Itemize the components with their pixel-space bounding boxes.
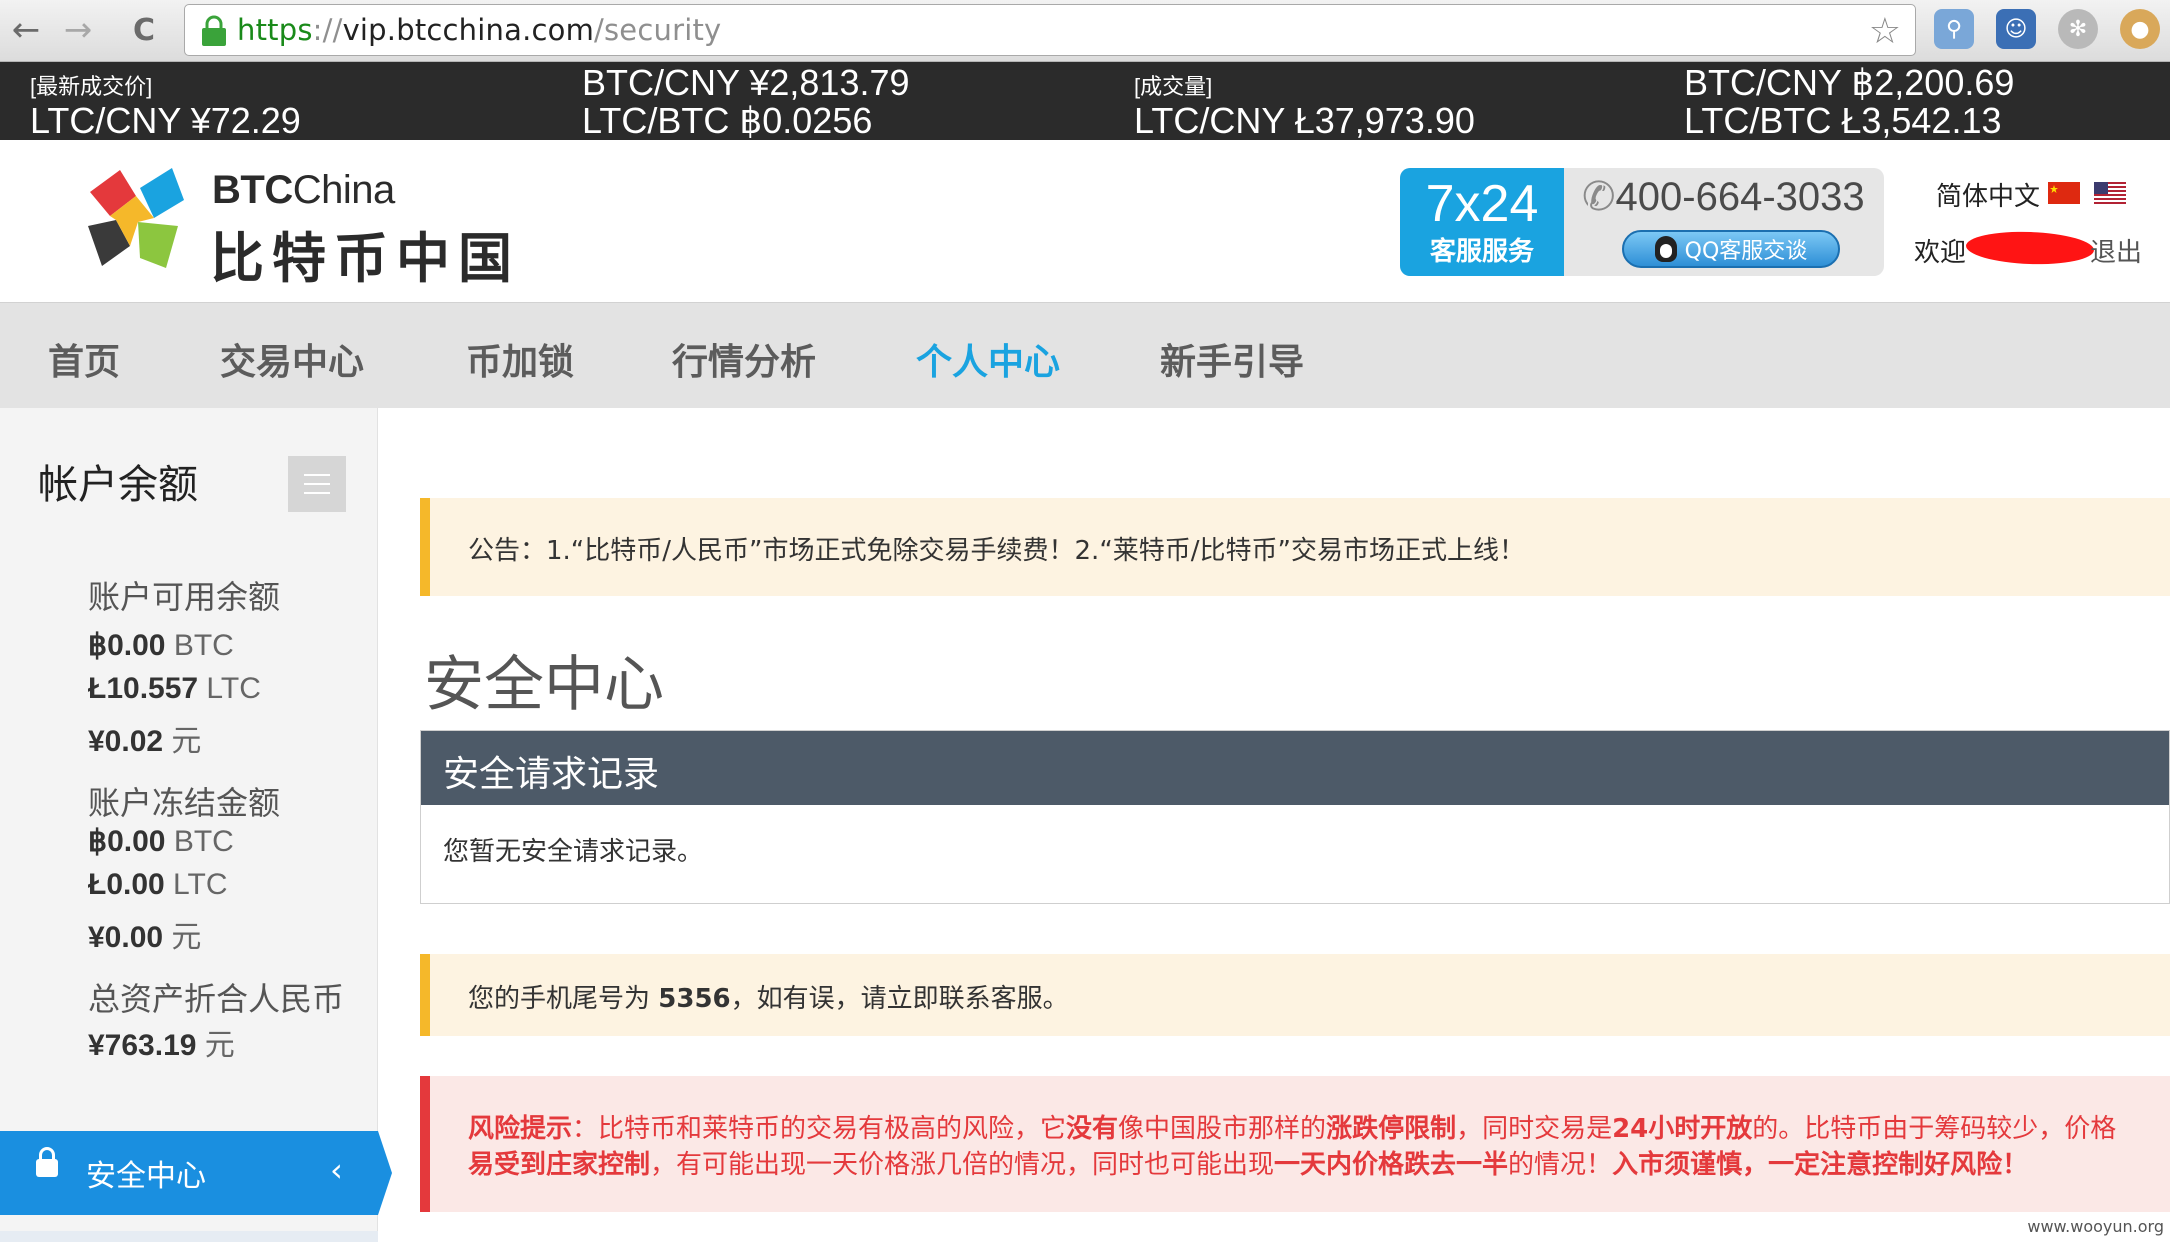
redacted-username (1965, 229, 2095, 267)
site-header: BTCChina 比特币中国 7x24 客服服务 ✆400-664-3033 Q… (0, 140, 2170, 302)
welcome-text: 欢迎 (1914, 238, 1967, 268)
lock-icon (36, 1147, 58, 1177)
bookmark-star-icon[interactable]: ☆ (1869, 11, 1901, 52)
ticker-label: [最新成交价] (30, 74, 153, 99)
nav-item-trade-center[interactable]: 交易中心 (220, 333, 364, 385)
https-lock-icon (202, 15, 226, 46)
ticker-latest-price: [最新成交价] LTC/CNY ¥72.29 (30, 64, 301, 140)
available-cny: ¥0.02 元 (88, 725, 202, 758)
qq-penguin-icon (1654, 236, 1677, 262)
available-btc: ฿0.00 BTC (88, 629, 234, 662)
nav-item-home[interactable]: 首页 (48, 333, 120, 385)
url-text: https://vip.btcchina.com/security (237, 13, 722, 47)
ticker-value: LTC/CNY Ł37,973.90 (1134, 100, 1475, 141)
available-balance-label: 账户可用余额 (88, 578, 281, 616)
announcement-banner: 公告：1.“比特币/人民币”市场正式免除交易手续费！2.“莱特币/比特币”交易市… (420, 498, 2170, 596)
ticker-label: [成交量] (1134, 74, 1213, 99)
ticker-value: BTC/CNY ¥2,813.79 (582, 62, 910, 103)
menu-toggle-icon[interactable] (288, 456, 346, 512)
frozen-cny: ¥0.00 元 (88, 921, 202, 954)
empty-state-text: 您暂无安全请求记录。 (443, 837, 704, 867)
extension-cookie-icon[interactable]: ● (2120, 9, 2160, 49)
btcchina-logo-icon[interactable] (80, 162, 192, 278)
main-navigation: 首页 交易中心 币加锁 行情分析 个人中心 新手引导 (0, 302, 2170, 408)
forward-arrow-icon[interactable]: → (56, 10, 100, 50)
nav-item-market-analysis[interactable]: 行情分析 (672, 333, 816, 385)
ticker-value: LTC/BTC Ł3,542.13 (1684, 100, 2002, 141)
sidebar-item-security-center[interactable]: 安全中心 ‹ (0, 1131, 392, 1215)
frozen-balance-label: 账户冻结金额 (88, 784, 281, 822)
qq-chat-button[interactable]: QQ客服交谈 (1622, 230, 1840, 268)
panel-title: 安全请求记录 (443, 754, 660, 795)
panel-header: 安全请求记录 (421, 731, 2169, 805)
frozen-ltc: Ł0.00 LTC (88, 868, 228, 901)
phone-handset-icon: ✆ (1582, 175, 1616, 219)
frozen-btc: ฿0.00 BTC (88, 825, 234, 858)
address-bar[interactable]: https://vip.btcchina.com/security ☆ (184, 4, 1916, 56)
us-flag-icon[interactable] (2094, 182, 2126, 204)
security-requests-panel: 安全请求记录 您暂无安全请求记录。 (420, 730, 2170, 904)
extension-globe-icon[interactable]: ✻ (2058, 9, 2098, 49)
ticker-value: BTC/CNY ฿2,200.69 (1684, 62, 2015, 103)
customer-service-box: 7x24 客服服务 ✆400-664-3033 QQ客服交谈 (1400, 168, 1884, 276)
chevron-left-icon: ‹ (330, 1151, 343, 1189)
price-ticker: [最新成交价] LTC/CNY ¥72.29 BTC/CNY ¥2,813.79… (0, 62, 2170, 140)
browser-toolbar: ← → C https://vip.btcchina.com/security … (0, 0, 2170, 62)
extension-user-icon[interactable]: ☺ (1996, 9, 2036, 49)
sidebar-title: 帐户余额 (38, 462, 198, 508)
risk-warning-banner: 风险提示：比特币和莱特币的交易有极高的风险，它没有像中国股市那样的涨跌停限制，同… (420, 1076, 2170, 1212)
ticker-btc-prices: BTC/CNY ¥2,813.79 LTC/BTC ฿0.0256 (582, 64, 910, 140)
brand-name-en: BTCChina (212, 168, 395, 212)
ticker-volume-btc: BTC/CNY ฿2,200.69 LTC/BTC Ł3,542.13 (1684, 64, 2014, 140)
phone-notice-banner: 您的手机尾号为 5356，如有误，请立即联系客服。 (420, 954, 2170, 1036)
service-hours-badge: 7x24 客服服务 (1400, 168, 1564, 276)
nav-item-personal-center[interactable]: 个人中心 (916, 333, 1060, 385)
logout-link[interactable]: 退出 (2090, 232, 2142, 269)
nav-item-coin-lock[interactable]: 币加锁 (466, 333, 574, 385)
announcement-text: 公告：1.“比特币/人民币”市场正式免除交易手续费！2.“莱特币/比特币”交易市… (468, 536, 1526, 566)
service-phone: ✆400-664-3033 (1582, 175, 1865, 219)
risk-warning-line-1: 风险提示：比特币和莱特币的交易有极高的风险，它没有像中国股市那样的涨跌停限制，同… (468, 1114, 2117, 1144)
available-ltc: Ł10.557 LTC (88, 672, 261, 705)
account-sidebar: 帐户余额 账户可用余额 ฿0.00 BTC Ł10.557 LTC ¥0.02 … (0, 408, 392, 1242)
back-arrow-icon[interactable]: ← (4, 10, 48, 50)
risk-warning-line-2: 易受到庄家控制，有可能出现一天价格涨几倍的情况，同时也可能出现一天内价格跌去一半… (468, 1150, 2029, 1180)
phone-notice-text: 您的手机尾号为 5356，如有误，请立即联系客服。 (468, 984, 1069, 1014)
ticker-value: LTC/CNY ¥72.29 (30, 100, 301, 141)
nav-item-beginner-guide[interactable]: 新手引导 (1160, 333, 1304, 385)
page-title: 安全中心 (424, 650, 664, 720)
total-assets-value: ¥763.19 元 (88, 1029, 235, 1062)
extension-magnifier-icon[interactable]: ⚲ (1934, 9, 1974, 49)
brand-name-cn: 比特币中国 (210, 227, 520, 290)
sidebar-next-item[interactable] (0, 1231, 378, 1242)
ticker-volume: [成交量] LTC/CNY Ł37,973.90 (1134, 64, 1475, 140)
china-flag-icon[interactable] (2048, 182, 2080, 204)
reload-icon[interactable]: C (122, 10, 166, 50)
total-assets-label: 总资产折合人民币 (88, 980, 345, 1018)
language-selector[interactable]: 简体中文 (1936, 176, 2040, 213)
watermark: www.wooyun.org (2027, 1217, 2164, 1236)
sidebar-item-label: 安全中心 (86, 1159, 206, 1194)
ticker-value: LTC/BTC ฿0.0256 (582, 100, 873, 141)
